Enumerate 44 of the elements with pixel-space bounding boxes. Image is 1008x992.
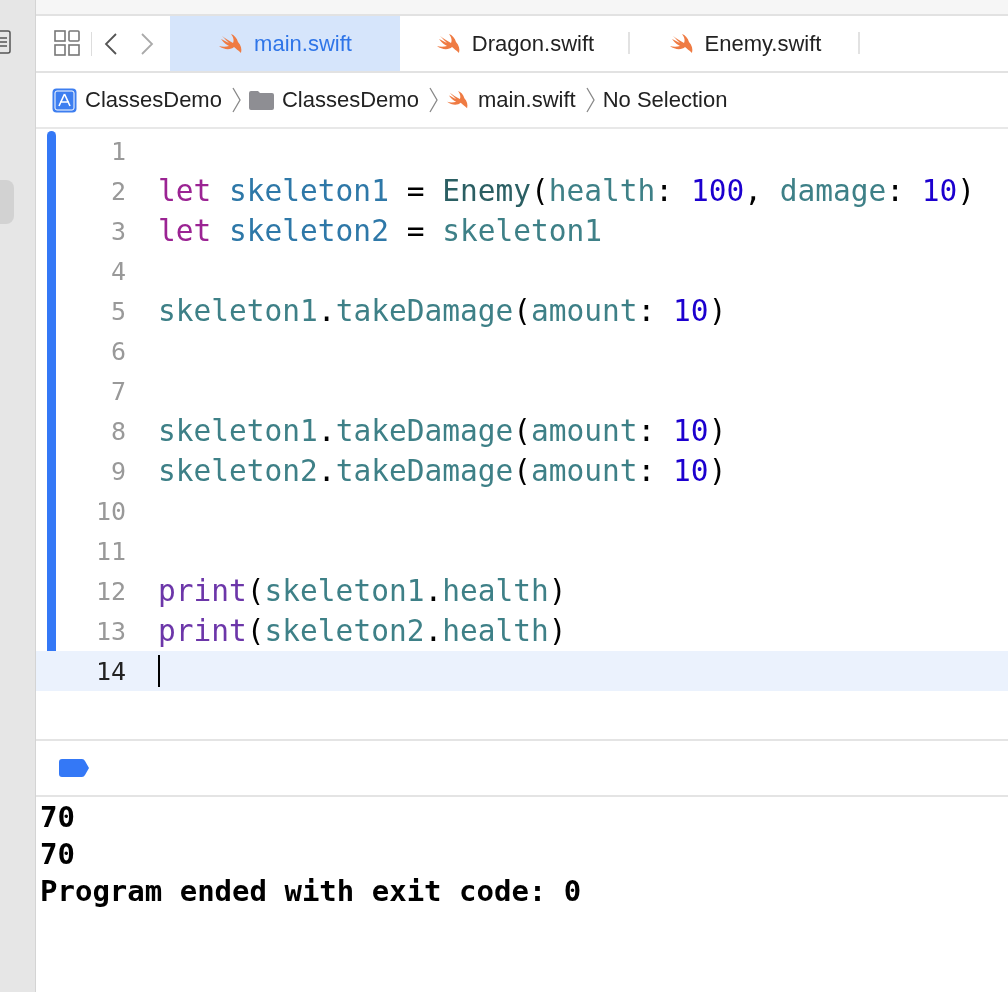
breakpoint-icon[interactable] xyxy=(59,759,89,777)
breadcrumb-item[interactable]: No Selection xyxy=(602,87,728,113)
folder-icon xyxy=(248,90,274,110)
line-number: 7 xyxy=(109,376,126,406)
console-output: 70 xyxy=(40,799,76,836)
breadcrumb-item[interactable]: main.swift xyxy=(477,87,576,113)
editor-tab[interactable]: Dragon.swift xyxy=(400,16,630,71)
line-number: 2 xyxy=(109,176,126,206)
console-output: Program ended with exit code: 0 xyxy=(40,873,583,910)
back-chevron-icon[interactable] xyxy=(104,31,118,56)
line-number: 9 xyxy=(109,456,126,486)
breadcrumb-item[interactable]: ClassesDemo xyxy=(281,87,419,113)
line-number: 6 xyxy=(109,336,126,366)
line-number: 3 xyxy=(109,216,126,246)
code-line: skeleton2.takeDamage(amount: 10) xyxy=(158,454,727,488)
line-number: 5 xyxy=(109,296,126,326)
code-line: print(skeleton2.health) xyxy=(158,614,567,648)
line-number: 10 xyxy=(94,496,126,526)
app-icon xyxy=(52,87,77,113)
breadcrumb-chevron-icon xyxy=(585,87,595,113)
text-cursor xyxy=(158,655,160,687)
line-number: 12 xyxy=(94,576,126,606)
swift-bird-icon xyxy=(445,90,470,110)
swift-bird-icon xyxy=(435,32,462,55)
document-icon[interactable] xyxy=(0,30,12,54)
console-output: 70 xyxy=(40,836,76,873)
line-number: 4 xyxy=(109,256,126,286)
line-number: 11 xyxy=(94,536,126,566)
breadcrumb-chevron-icon xyxy=(231,87,241,113)
grid-icon[interactable] xyxy=(54,30,81,57)
line-number: 8 xyxy=(109,416,126,446)
breadcrumb-chevron-icon xyxy=(428,87,438,113)
code-line: let skeleton2 = skeleton1 xyxy=(158,214,603,248)
editor-tab[interactable]: Enemy.swift xyxy=(630,16,860,71)
swift-bird-icon xyxy=(668,32,695,55)
code-line: print(skeleton1.health) xyxy=(158,574,567,608)
breadcrumb-item[interactable]: ClassesDemo xyxy=(85,87,222,113)
code-line: skeleton1.takeDamage(amount: 10) xyxy=(158,294,727,328)
code-line: skeleton1.takeDamage(amount: 10) xyxy=(158,414,727,448)
code-line: let skeleton1 = Enemy(health: 100, damage: 10) xyxy=(158,174,976,208)
forward-chevron-icon[interactable] xyxy=(140,31,154,56)
line-number: 1 xyxy=(109,136,126,166)
line-number: 14 xyxy=(94,656,126,686)
line-number: 13 xyxy=(94,616,126,646)
